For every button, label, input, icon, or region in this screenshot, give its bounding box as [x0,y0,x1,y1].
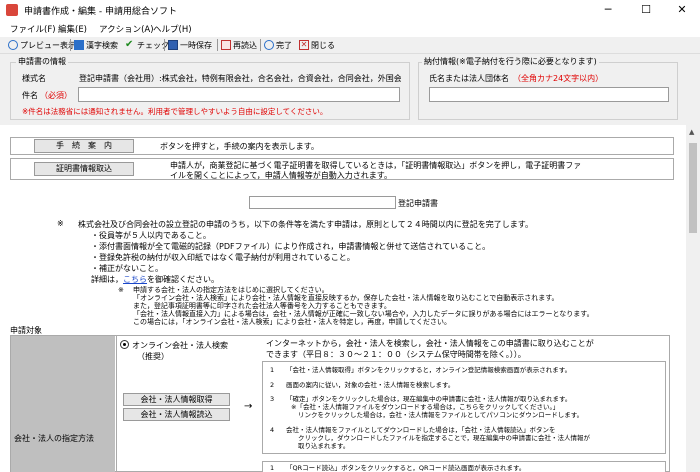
scroll-up-icon[interactable]: ▲ [689,128,694,136]
kanji-search-button[interactable]: 漢字検索 [74,39,118,51]
next-step-text: 「QRコード読込」ボタンをクリックすると，QRコード読込画面が表示されます。 [286,464,526,472]
payer-name-input[interactable] [429,87,669,102]
close-button[interactable]: ✕ 閉じる [299,39,335,51]
import-certificate-button[interactable]: 証明書情報取込 [34,162,134,176]
recommended-label: （推奨） [137,352,169,361]
notice-line-3: ・添付書面情報が全て電磁的記録（PDFファイル）により作成され，申請書情報と併せ… [91,242,491,251]
done-button[interactable]: 完了 [264,39,292,51]
menu-action[interactable]: アクション(A) [99,23,154,35]
load-company-info-button[interactable]: 会社・法人情報読込 [123,408,230,421]
subject-label: 件名 [22,91,38,100]
details-link[interactable]: こちら [123,275,147,284]
temp-save-button[interactable]: 一時保存 [168,39,212,51]
preview-icon [8,40,18,50]
payer-name-label: 氏名または法人団体名 [429,74,509,83]
menu-edit[interactable]: 編集(E) [58,23,87,35]
step-2-text: 画面の案内に従い，対象の会社・法人情報を検索します。 [286,381,455,389]
procedure-guide-button[interactable]: 手 続 案 内 [34,139,134,153]
menu-file[interactable]: ファイル(F) [10,23,56,35]
toolbar-separator [217,39,218,51]
spec-label-cell [11,336,115,472]
done-icon [264,40,274,50]
reload-button[interactable]: 再読込 [221,39,257,51]
notice-line-6: 詳細は，こちらを御確認ください。 [91,275,219,284]
toolbar: プレビュー表示 漢字検索 ✔ チェック 一時保存 再読込 完了 ✕ 閉じる [0,37,700,54]
check-icon: ✔ [125,39,134,50]
application-form-panel: 手 続 案 内 ボタンを押すと，手続の案内を表示します。 証明書情報取込 申請人… [0,125,686,472]
online-desc-2: できます（平日８：３０～２１：００（システム保守時間帯を除く。））。 [266,350,526,359]
maximize-button[interactable]: ☐ [628,2,664,18]
required-mark: （必須） [40,91,72,100]
registration-type-input[interactable] [249,196,396,209]
radio-dot [123,343,126,346]
step-4-number: 4 [270,426,275,434]
window-title: 申請書作成・編集 - 申請用総合ソフト [24,7,177,17]
payer-name-hint: （全角カナ24文字以内） [513,74,604,83]
online-search-radio[interactable] [120,340,129,349]
vertical-scrollbar[interactable]: ▲ [686,125,700,472]
payment-info-legend: 納付情報(※電子納付を行う際に必要となります) [422,56,599,67]
get-company-info-button[interactable]: 会社・法人情報取得 [123,393,230,406]
guide-text: ボタンを押すと，手続の案内を表示します。 [160,142,319,151]
notice-line-1: 株式会社及び合同会社の設立登記の申請のうち，以下の条件等を満たす申請は，原則とし… [78,220,533,229]
next-step-number: 1 [270,464,275,472]
small-note-mark: ※ [118,286,124,294]
small-note-5: この場合には，「オンライン会社・法人検索」により会社・法人を特定し，再度，申請し… [133,318,451,326]
title-bar: 申請書作成・編集 - 申請用総合ソフト ─ ☐ ✕ [0,0,700,20]
menu-help[interactable]: ヘルプ(H) [153,23,192,35]
close-window-button[interactable]: ✕ [664,2,700,18]
notice-line-5: ・補正がないこと。 [91,264,163,273]
check-button[interactable]: ✔ チェック [125,39,169,51]
minimize-button[interactable]: ─ [590,2,626,18]
app-icon [6,4,18,16]
step-1-text: 「会社・法人情報取得」ボタンをクリックすると，オンライン登記情報検索画面が表示さ… [286,366,572,374]
menu-bar: ファイル(F) 編集(E) アクション(A) ヘルプ(H) [0,20,700,37]
scroll-thumb[interactable] [689,143,697,233]
subject-note: ※件名は法務省には通知されません。利用者で管理しやすいよう自由に設定してください… [22,107,328,116]
form-name-label: 様式名 [22,74,46,83]
notice-line-4: ・登録免許税の納付が収入印紙ではなく電子納付が利用されていること。 [91,253,355,262]
certificate-text-2: イルを開くことによって，申請人情報等が自動入力されます。 [170,171,392,180]
step-3-number: 3 [270,395,275,403]
reload-icon [221,40,231,50]
step-4-text-b: クリックし，ダウンロードしたファイルを指定することで，現在編集中の申請書に会社・… [298,434,591,442]
step-4-text-a: 会社・法人情報をファイルとしてダウンロードした場合は，「会社・法人情報読込」ボタ… [286,426,556,434]
preview-button[interactable]: プレビュー表示 [8,39,76,51]
step-2-number: 2 [270,381,275,389]
toolbar-separator [260,39,261,51]
step-3-text-a: 「確定」ボタンをクリックした場合は，現在編集中の申請書に会社・法人情報が取り込ま… [286,395,572,403]
kanji-search-icon [74,40,84,50]
online-search-label: オンライン会社・法人検索 [132,341,228,350]
form-name-value: 登記申請書（会社用）:株式会社，特例有限会社，合名会社，合資会社，合同会社，外国… [79,74,401,83]
notice-mark: ※ [57,219,64,228]
toolbar-separator [70,39,71,51]
step-1-number: 1 [270,366,275,374]
notice-line-2: ・役員等が５人以内であること。 [91,231,211,240]
arrow-icon: → [244,401,253,412]
save-icon [168,40,178,50]
step-3-text-c: リンクをクリックした場合は，会社・法人情報をファイルとしてパソコンにダウンロード… [298,411,584,419]
toolbar-separator [164,39,165,51]
online-desc-1: インターネットから，会社・法人を検索し，会社・法人情報をこの申請書に取り込むこと… [266,339,594,348]
applicant-info-legend: 申請書の情報 [16,56,68,67]
subject-input[interactable] [78,87,400,102]
cell-divider [116,336,117,472]
registration-suffix: 登記申請書 [398,199,438,208]
step-4-text-c: 取り込まれます。 [298,442,350,450]
close-icon: ✕ [299,40,309,50]
spec-label: 会社・法人の指定方法 [14,434,94,443]
step-3-text-b: ※「会社・法人情報ファイルをダウンロードする場合は，こちらをクリックしてください… [291,403,560,411]
